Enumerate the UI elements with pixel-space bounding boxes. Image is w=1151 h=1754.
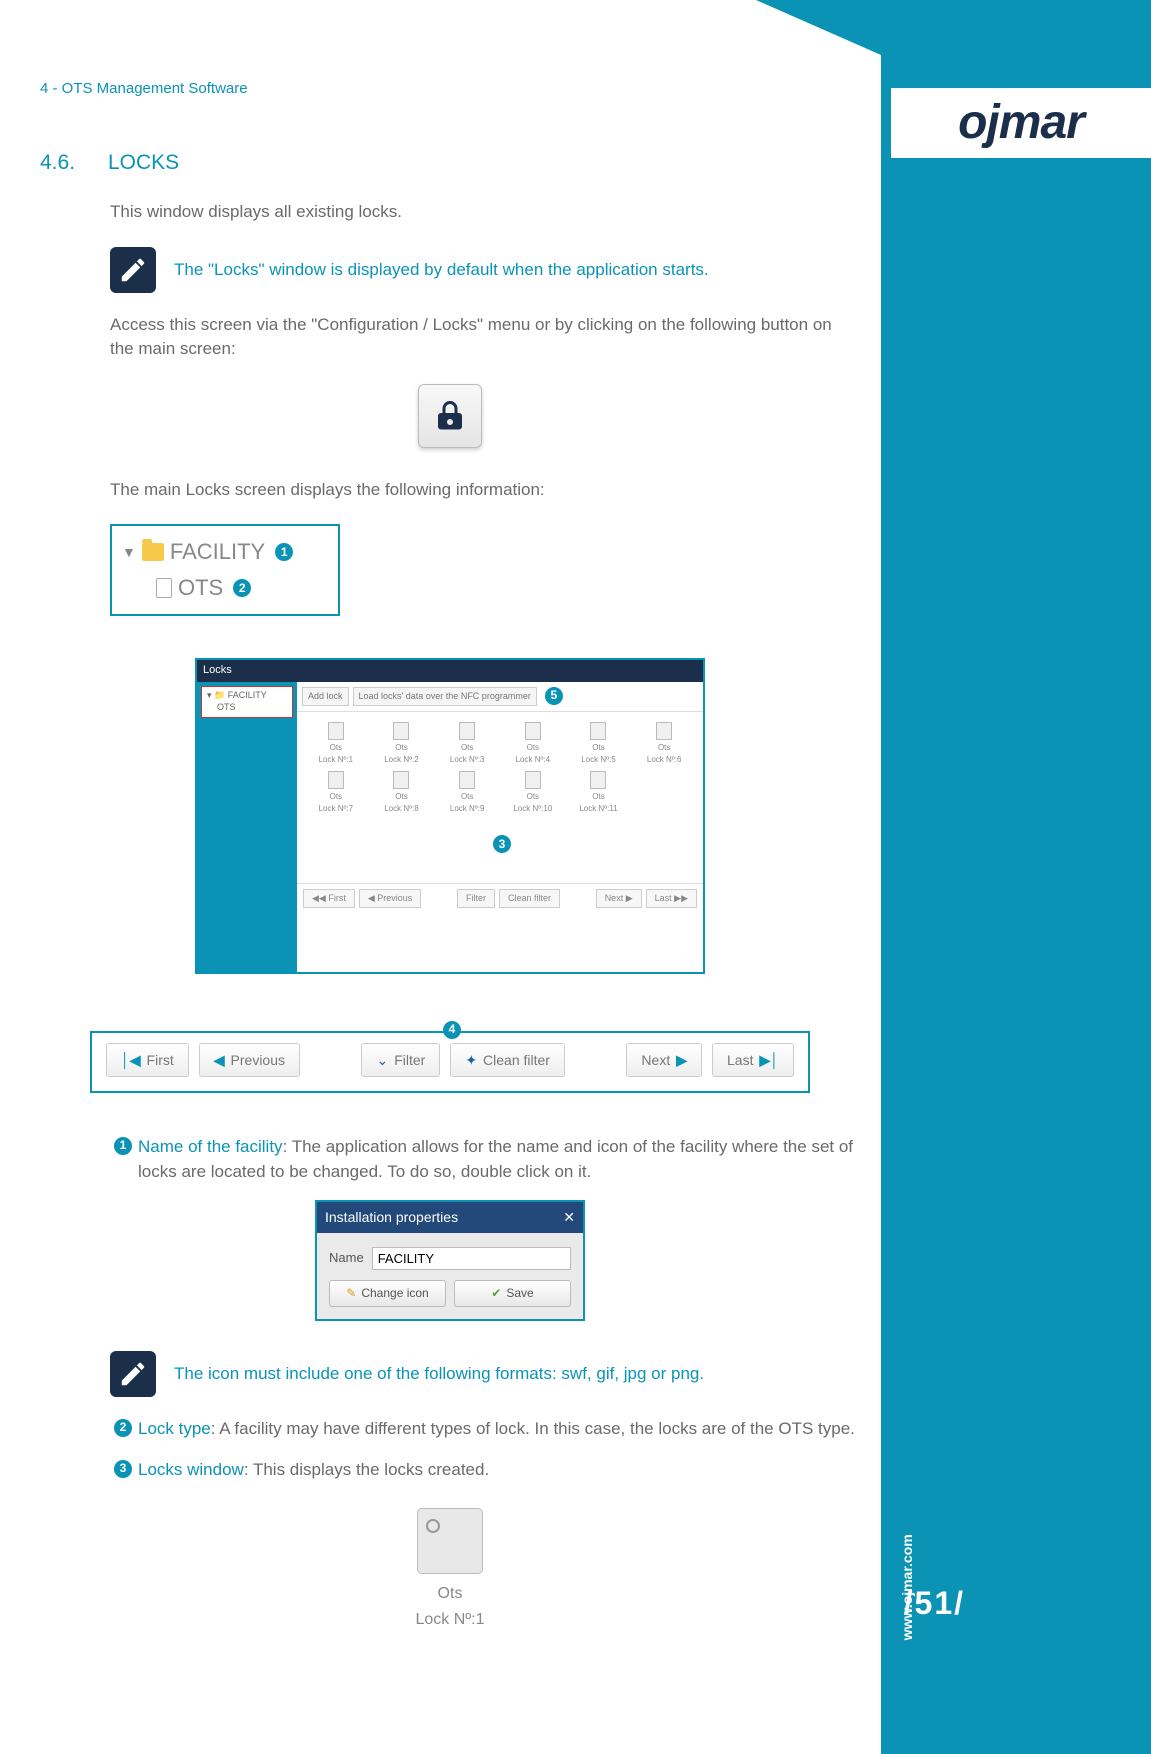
- mock-filter-button[interactable]: Filter: [457, 889, 495, 908]
- bullet-2-badge: 2: [114, 1419, 132, 1437]
- lock-item[interactable]: OtsLock Nº:4: [504, 722, 562, 765]
- mock-last-button[interactable]: Last ▶▶: [646, 889, 697, 908]
- bullet-1-badge: 1: [114, 1137, 132, 1155]
- mock-tree-ots: OTS: [207, 702, 287, 714]
- bullet-3: 3 Locks window: This displays the locks …: [110, 1458, 860, 1483]
- clean-filter-button[interactable]: ✦Clean filter: [450, 1043, 565, 1077]
- locks-window-sidebar: ▾ 📁 FACILITY OTS: [197, 682, 297, 972]
- main-info-text: The main Locks screen displays the follo…: [110, 478, 860, 503]
- callout-5-badge: 5: [545, 687, 563, 705]
- note-1-text: The "Locks" window is displayed by defau…: [174, 258, 709, 283]
- bullet-2-text: : A facility may have different types of…: [211, 1419, 855, 1438]
- single-lock-type: Ots: [40, 1582, 860, 1605]
- lock-item[interactable]: OtsLock Nº:2: [373, 722, 431, 765]
- funnel-icon: ⌄: [376, 1050, 388, 1070]
- brand-logo: ojmar: [891, 88, 1151, 158]
- lock-device-icon: [417, 1508, 483, 1574]
- page-number: /51/: [904, 1580, 965, 1626]
- mock-tree-facility: ▾ 📁 FACILITY: [207, 690, 287, 702]
- tree-facility-label: FACILITY: [170, 536, 265, 568]
- pencil-icon: ✎: [346, 1285, 356, 1302]
- bullet-3-text: : This displays the locks created.: [244, 1460, 489, 1479]
- access-text: Access this screen via the "Configuratio…: [110, 313, 860, 362]
- close-icon[interactable]: ✕: [563, 1207, 575, 1227]
- lock-item[interactable]: OtsLock Nº:6: [635, 722, 693, 765]
- tree-ots-label: OTS: [178, 572, 223, 604]
- brand-logo-text: ojmar: [958, 88, 1084, 158]
- lock-item[interactable]: OtsLock Nº:3: [438, 722, 496, 765]
- check-icon: ✔: [491, 1285, 501, 1302]
- note-icon: [110, 247, 156, 293]
- mock-prev-button[interactable]: ◀ Previous: [359, 889, 421, 908]
- lock-item[interactable]: OtsLock Nº:8: [373, 771, 431, 814]
- previous-button[interactable]: ◀Previous: [199, 1043, 300, 1077]
- lock-item[interactable]: OtsLock Nº:7: [307, 771, 365, 814]
- facility-name-input[interactable]: [372, 1247, 571, 1270]
- callout-4-badge: 4: [443, 1021, 461, 1039]
- intro-text: This window displays all existing locks.: [110, 200, 860, 225]
- bullet-1-label: Name of the facility: [138, 1137, 283, 1156]
- lock-item[interactable]: OtsLock Nº:9: [438, 771, 496, 814]
- name-label: Name: [329, 1249, 364, 1268]
- page-icon: [156, 578, 172, 598]
- mock-first-button[interactable]: ◀◀ First: [303, 889, 355, 908]
- first-button[interactable]: │◀First: [106, 1043, 189, 1077]
- bullet-2-label: Lock type: [138, 1419, 211, 1438]
- right-color-band: [881, 0, 1151, 1754]
- change-icon-button[interactable]: ✎Change icon: [329, 1280, 446, 1307]
- callout-1-badge: 1: [275, 543, 293, 561]
- section-heading: 4.6.LOCKS: [40, 148, 860, 178]
- locks-window-figure: Locks ▾ 📁 FACILITY OTS Add lock Load loc…: [195, 658, 705, 974]
- installation-properties-dialog: Installation properties ✕ Name ✎Change i…: [315, 1200, 585, 1321]
- bullet-1: 1 Name of the facility: The application …: [110, 1135, 860, 1184]
- facility-tree-figure: ▼ FACILITY 1 OTS 2: [110, 524, 340, 616]
- load-locks-button[interactable]: Load locks' data over the NFC programmer: [353, 687, 537, 706]
- lock-item[interactable]: OtsLock Nº:11: [570, 771, 628, 814]
- add-lock-button[interactable]: Add lock: [302, 687, 349, 706]
- clean-icon: ✦: [465, 1050, 477, 1070]
- lock-item[interactable]: OtsLock Nº:5: [570, 722, 628, 765]
- note-icon: [110, 1351, 156, 1397]
- callout-3-badge: 3: [493, 835, 511, 853]
- locks-window-toolbar: Add lock Load locks' data over the NFC p…: [297, 682, 703, 712]
- mock-clean-button[interactable]: Clean filter: [499, 889, 560, 908]
- section-title: LOCKS: [108, 151, 179, 174]
- mock-next-button[interactable]: Next ▶: [596, 889, 642, 908]
- next-button[interactable]: Next▶: [626, 1043, 702, 1077]
- callout-2-badge: 2: [233, 579, 251, 597]
- folder-icon: [142, 543, 164, 561]
- single-lock-number: Lock Nº:1: [40, 1608, 860, 1631]
- breadcrumb: 4 - OTS Management Software: [40, 78, 860, 100]
- locks-window-titlebar: Locks: [197, 660, 703, 682]
- tree-expand-icon: ▼: [122, 542, 136, 562]
- lock-item[interactable]: OtsLock Nº:1: [307, 722, 365, 765]
- last-button[interactable]: Last▶│: [712, 1043, 794, 1077]
- save-button[interactable]: ✔Save: [454, 1280, 571, 1307]
- bullet-2: 2 Lock type: A facility may have differe…: [110, 1417, 860, 1442]
- locks-toolbar-button[interactable]: [418, 384, 482, 448]
- dialog-title: Installation properties: [325, 1207, 458, 1227]
- filter-button[interactable]: ⌄Filter: [361, 1043, 440, 1077]
- lock-item[interactable]: OtsLock Nº:10: [504, 771, 562, 814]
- bullet-3-label: Locks window: [138, 1460, 244, 1479]
- single-lock-figure: Ots Lock Nº:1: [40, 1508, 860, 1630]
- bullet-3-badge: 3: [114, 1460, 132, 1478]
- locks-grid: OtsLock Nº:1OtsLock Nº:2OtsLock Nº:3OtsL…: [297, 712, 703, 824]
- note-2-text: The icon must include one of the followi…: [174, 1362, 704, 1387]
- section-number: 4.6.: [40, 148, 108, 178]
- locks-window-nav: ◀◀ First ◀ Previous Filter Clean filter …: [297, 883, 703, 913]
